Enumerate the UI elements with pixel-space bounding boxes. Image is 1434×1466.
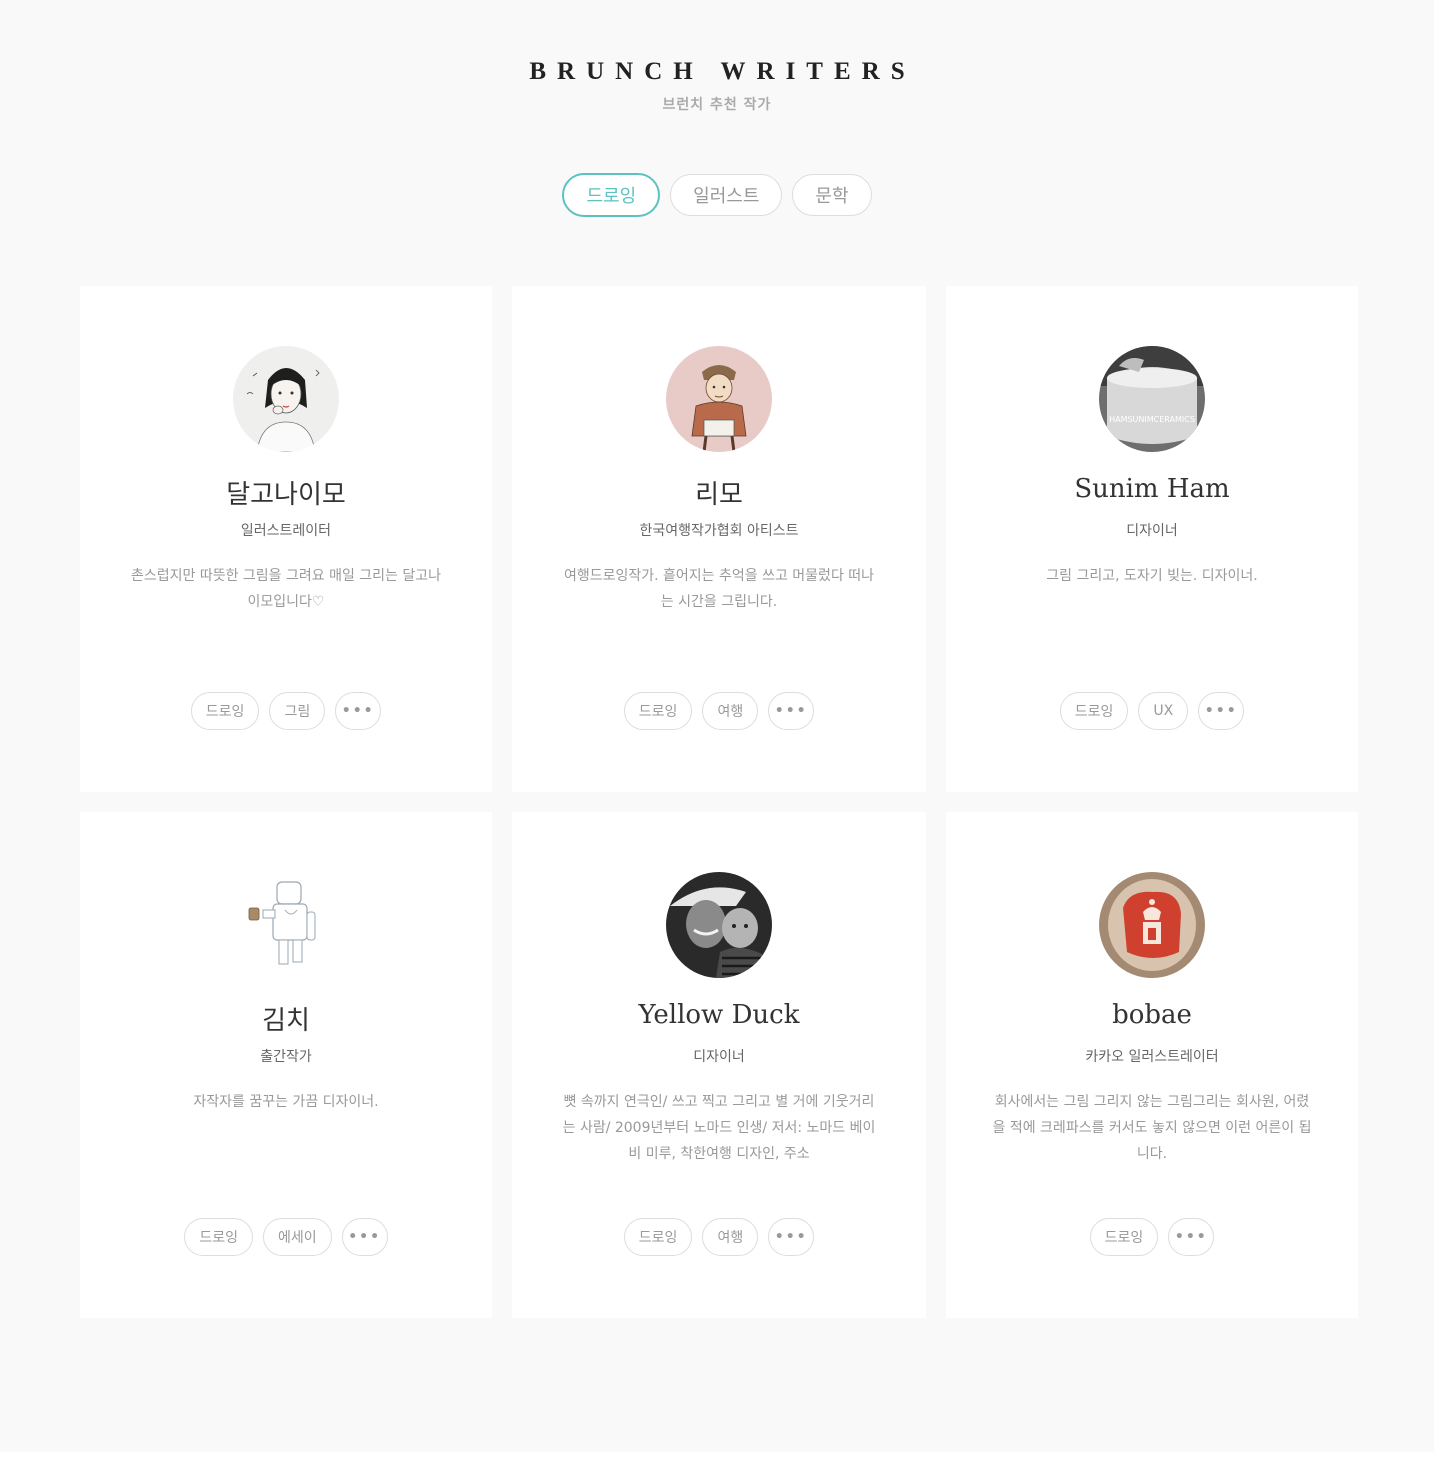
ceramics-photo-avatar[interactable]: HAMSUNIMCERAMICS	[1099, 346, 1205, 452]
page-subtitle: 브런치 추천 작가	[662, 97, 772, 113]
writer-card[interactable]: bobae 카카오 일러스트레이터 회사에서는 그림 그리지 않는 그림그리는 …	[946, 812, 1358, 1318]
crayon-drawing-avatar[interactable]	[1099, 872, 1205, 978]
writer-description: 여행드로잉작가. 흩어지는 추억을 쓰고 머물렀다 떠나는 시간을 그립니다.	[563, 568, 875, 610]
more-tags-button[interactable]: •••	[1198, 692, 1245, 730]
writer-tags: 드로잉 여행 •••	[512, 1218, 926, 1256]
tag-button[interactable]: 드로잉	[1059, 692, 1129, 730]
page-header: BRUNCH WRITERS 브런치 추천 작가	[0, 58, 1434, 114]
writer-name[interactable]: 달고나이모	[80, 474, 492, 511]
writer-grid: 달고나이모 일러스트레이터 촌스럽지만 따뜻한 그림을 그려요 매일 그리는 달…	[80, 286, 1358, 1318]
writer-role: 디자이너	[693, 1049, 745, 1065]
writer-role: 출간작가	[260, 1049, 312, 1065]
girl-illustration-avatar[interactable]	[233, 346, 339, 452]
robot-drawing-avatar[interactable]	[233, 872, 339, 978]
writer-name[interactable]: bobae	[946, 1000, 1358, 1030]
writer-role: 일러스트레이터	[240, 523, 332, 539]
tag-button[interactable]: 여행	[702, 1218, 759, 1256]
writer-tags: 드로잉 에세이 •••	[80, 1218, 492, 1256]
writer-card[interactable]: Yellow Duck 디자이너 뼛 속까지 연극인/ 쓰고 찍고 그리고 별 …	[512, 812, 926, 1318]
more-tags-button[interactable]: •••	[768, 692, 815, 730]
family-photo-avatar[interactable]	[666, 872, 772, 978]
writer-role: 디자이너	[1126, 523, 1178, 539]
more-tags-button[interactable]: •••	[335, 692, 382, 730]
tag-button[interactable]: 드로잉	[623, 1218, 693, 1256]
writer-description: 회사에서는 그림 그리지 않는 그림그리는 회사원, 어렸을 적에 크레파스를 …	[992, 1094, 1312, 1162]
writer-card[interactable]: 리모 한국여행작가협회 아티스트 여행드로잉작가. 흩어지는 추억을 쓰고 머물…	[512, 286, 926, 792]
tag-button[interactable]: 드로잉	[184, 1218, 253, 1256]
writer-description: 그림 그리고, 도자기 빚는. 디자이너.	[1046, 568, 1258, 584]
writer-description: 뼛 속까지 연극인/ 쓰고 찍고 그리고 별 거에 기웃거리는 사람/ 2009…	[562, 1094, 876, 1162]
tag-button[interactable]: 에세이	[263, 1218, 332, 1256]
writer-role: 카카오 일러스트레이터	[1085, 1049, 1219, 1065]
tag-button[interactable]: 드로잉	[190, 692, 260, 730]
writer-description: 자작자를 꿈꾸는 가끔 디자이너.	[193, 1094, 379, 1110]
page-title: BRUNCH WRITERS	[529, 58, 916, 85]
writer-tags: 드로잉 여행 •••	[512, 692, 926, 730]
writer-role: 한국여행작가협회 아티스트	[639, 523, 799, 539]
writer-card[interactable]: HAMSUNIMCERAMICS Sunim Ham 디자이너 그림 그리고, …	[946, 286, 1358, 792]
writer-description: 촌스럽지만 따뜻한 그림을 그려요 매일 그리는 달고나이모입니다♡	[130, 568, 442, 610]
more-tags-button[interactable]: •••	[768, 1218, 815, 1256]
writer-card[interactable]: 달고나이모 일러스트레이터 촌스럽지만 따뜻한 그림을 그려요 매일 그리는 달…	[80, 286, 492, 792]
writer-tags: 드로잉 그림 •••	[80, 692, 492, 730]
category-tabs: 드로잉 일러스트 문학	[0, 173, 1434, 217]
writer-name[interactable]: 김치	[80, 1000, 492, 1037]
writers-page: BRUNCH WRITERS 브런치 추천 작가 드로잉 일러스트 문학 달고나…	[0, 0, 1434, 1452]
writer-tags: 드로잉 •••	[946, 1218, 1358, 1256]
writer-name[interactable]: Yellow Duck	[512, 1000, 926, 1030]
tab-drawing[interactable]: 드로잉	[562, 173, 661, 217]
tab-literature[interactable]: 문학	[792, 174, 872, 216]
writer-card[interactable]: 김치 출간작가 자작자를 꿈꾸는 가끔 디자이너. 드로잉 에세이 •••	[80, 812, 492, 1318]
more-tags-button[interactable]: •••	[341, 1218, 388, 1256]
tab-illustration[interactable]: 일러스트	[670, 174, 783, 216]
tag-button[interactable]: 드로잉	[1089, 1218, 1159, 1256]
tag-button[interactable]: 드로잉	[623, 692, 693, 730]
tag-button[interactable]: UX	[1138, 692, 1189, 730]
writer-tags: 드로잉 UX •••	[946, 692, 1358, 730]
svg-text:HAMSUNIMCERAMICS: HAMSUNIMCERAMICS	[1109, 415, 1195, 424]
writer-name[interactable]: 리모	[512, 474, 926, 511]
writer-name[interactable]: Sunim Ham	[946, 474, 1358, 504]
boy-illustration-avatar[interactable]	[666, 346, 772, 452]
tag-button[interactable]: 여행	[702, 692, 759, 730]
tag-button[interactable]: 그림	[269, 692, 326, 730]
more-tags-button[interactable]: •••	[1168, 1218, 1215, 1256]
